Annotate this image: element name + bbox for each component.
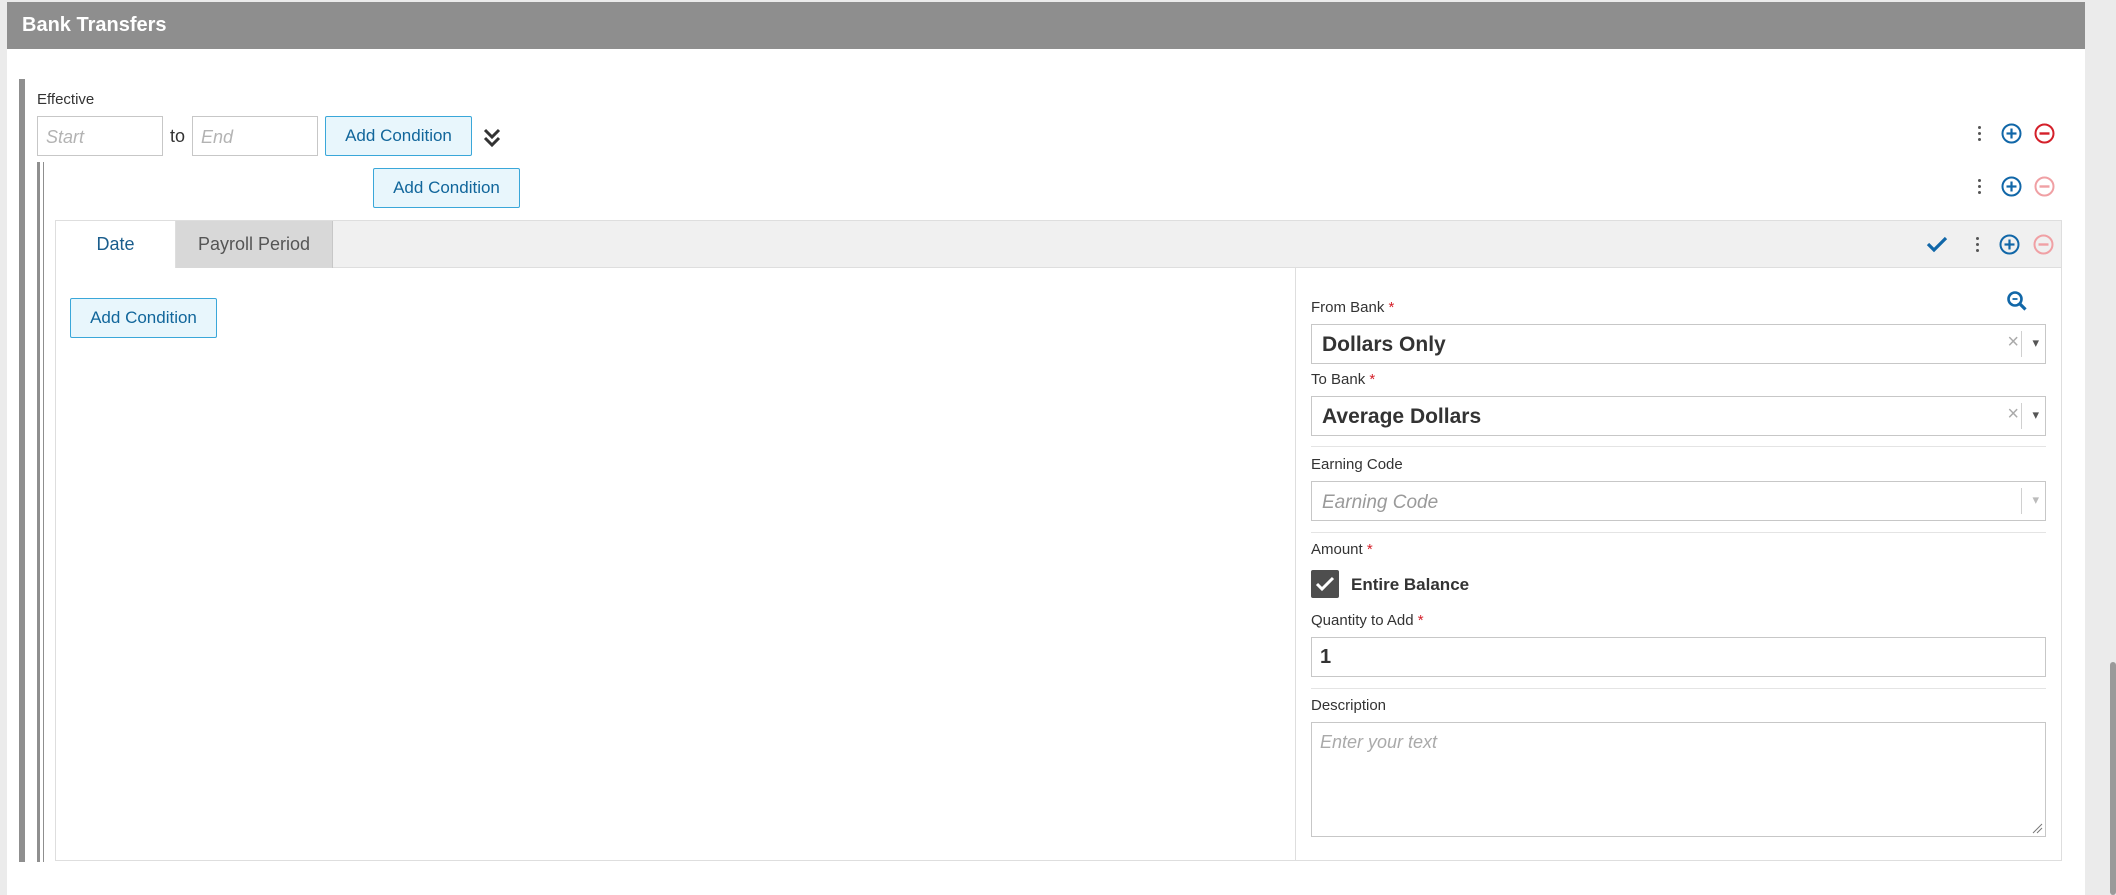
clear-icon[interactable]: ×: [2007, 331, 2019, 354]
caret-separator: [2021, 331, 2022, 357]
add-circle-icon[interactable]: [2001, 123, 2022, 144]
end-date-input[interactable]: End: [192, 116, 318, 156]
remove-circle-icon-disabled: [2034, 176, 2055, 197]
page-scrollbar-thumb[interactable]: [2110, 662, 2116, 895]
tab-payroll-period[interactable]: Payroll Period: [176, 221, 333, 268]
description-label: Description: [1311, 697, 1387, 714]
to-bank-value: Average Dollars: [1322, 405, 1482, 428]
add-condition-button-date[interactable]: Add Condition: [70, 298, 217, 338]
end-date-placeholder: End: [201, 127, 234, 147]
earning-code-placeholder: Earning Code: [1322, 492, 1439, 513]
panel-header: Bank Transfers: [7, 2, 2085, 49]
panel-title: Bank Transfers: [22, 14, 167, 36]
remove-circle-icon-disabled: [2033, 234, 2054, 255]
field-divider: [1311, 532, 2046, 533]
remove-circle-icon[interactable]: [2034, 123, 2055, 144]
description-placeholder: Enter your text: [1320, 732, 1438, 752]
to-bank-select[interactable]: Average Dollars × ▾: [1311, 396, 2046, 436]
pane-divider: [1295, 268, 1296, 861]
start-date-input[interactable]: Start: [37, 116, 163, 156]
caret-separator: [2021, 403, 2022, 429]
quantity-input[interactable]: 1: [1311, 637, 2046, 677]
field-divider: [1311, 446, 2046, 447]
more-options-icon[interactable]: [1978, 126, 1982, 142]
clear-icon[interactable]: ×: [2007, 403, 2019, 426]
condition-tab-strip: Date Payroll Period: [55, 220, 2062, 268]
add-condition-button-nested[interactable]: Add Condition: [373, 168, 520, 208]
from-bank-select[interactable]: Dollars Only × ▾: [1311, 324, 2046, 364]
outer-rule-bar: [19, 79, 25, 862]
chevron-down-icon[interactable]: ▾: [2032, 335, 2039, 351]
caret-separator: [2021, 488, 2022, 514]
checkmark-icon: [1315, 576, 1335, 592]
more-options-icon[interactable]: [1976, 237, 1980, 253]
resize-handle-icon[interactable]: [2031, 822, 2043, 834]
chevron-down-icon[interactable]: ▾: [2032, 407, 2039, 423]
earning-code-label: Earning Code: [1311, 456, 1403, 473]
start-date-placeholder: Start: [46, 127, 85, 147]
nested-rule-bar-inner: [43, 162, 44, 862]
more-options-icon[interactable]: [1978, 179, 1982, 195]
nested-rule-bar: [37, 162, 40, 862]
from-bank-label: From Bank *: [1311, 299, 1395, 316]
effective-label: Effective: [37, 91, 95, 108]
entire-balance-checkbox[interactable]: [1311, 570, 1339, 598]
to-bank-label: To Bank *: [1311, 371, 1376, 388]
tab-date[interactable]: Date: [56, 221, 176, 268]
add-circle-icon[interactable]: [2001, 176, 2022, 197]
quantity-label: Quantity to Add *: [1311, 612, 1424, 629]
add-condition-button-effective[interactable]: Add Condition: [325, 116, 472, 156]
description-textarea[interactable]: Enter your text: [1311, 722, 2046, 837]
earning-code-select[interactable]: Earning Code ▾: [1311, 481, 2046, 521]
expand-all-icon[interactable]: [481, 126, 503, 150]
add-circle-icon[interactable]: [1999, 234, 2020, 255]
from-bank-value: Dollars Only: [1322, 333, 1446, 356]
amount-label: Amount *: [1311, 541, 1373, 558]
chevron-down-icon[interactable]: ▾: [2032, 492, 2039, 508]
quantity-value: 1: [1320, 646, 1332, 668]
search-zoom-icon[interactable]: [2006, 290, 2028, 312]
entire-balance-label: Entire Balance: [1351, 575, 1470, 594]
check-icon[interactable]: [1926, 234, 1948, 254]
to-label: to: [170, 126, 186, 146]
field-divider: [1311, 688, 2046, 689]
